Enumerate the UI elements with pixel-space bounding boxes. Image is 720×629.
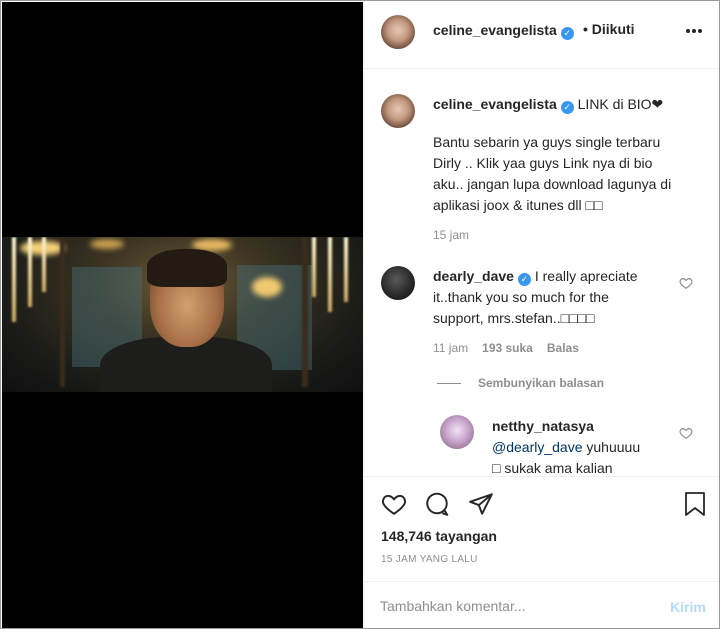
share-icon[interactable] <box>468 491 494 517</box>
verified-badge-icon: ✓ <box>517 273 531 286</box>
caption-avatar[interactable] <box>381 94 415 128</box>
video-player[interactable] <box>2 237 363 392</box>
reply-text-first: yuhuuuu <box>582 439 641 455</box>
post-modal: celine_evangelista ✓ • Diikuti celine_eva… <box>0 0 720 629</box>
reply-line: □ sukak ama kalian <box>492 460 613 476</box>
caption-username-text[interactable]: celine_evangelista <box>433 96 557 112</box>
commenter-avatar[interactable] <box>381 266 415 300</box>
caption-title: LINK di BIO❤ <box>577 96 664 112</box>
comment-likes[interactable]: 193 suka <box>482 341 533 355</box>
heart-icon[interactable] <box>381 491 407 517</box>
more-icon[interactable] <box>685 21 703 39</box>
comment-body: dearly_dave ✓ I really apreciate it..than… <box>433 266 683 329</box>
comment-meta: 11 jam 193 suka Balas <box>433 341 579 355</box>
caption-body: Bantu sebarin ya guys single terbaru Dir… <box>433 132 713 216</box>
view-count[interactable]: 148,746 tayangan <box>381 528 497 544</box>
verified-badge-icon: ✓ <box>560 27 574 40</box>
hide-replies-divider <box>437 383 461 384</box>
send-button[interactable]: Kirim <box>670 599 706 615</box>
reply-username[interactable]: netthy_natasya <box>492 416 682 437</box>
post-details-panel: celine_evangelista ✓ • Diikuti celine_eva… <box>363 2 719 628</box>
reply-body: netthy_natasya @dearly_dave yuhuuuu □ su… <box>492 416 682 476</box>
comment-like-heart-icon[interactable] <box>679 276 693 290</box>
comment-time[interactable]: 11 jam <box>433 341 468 355</box>
comment-line: support, mrs.stefan..□□□□ <box>433 310 595 326</box>
reply-avatar[interactable] <box>440 415 474 449</box>
reply-button[interactable]: Balas <box>547 341 579 355</box>
caption-time[interactable]: 15 jam <box>433 228 469 242</box>
caption-line: Dirly .. Klik yaa guys Link nya di bio <box>433 155 653 171</box>
commenter-username[interactable]: dearly_dave <box>433 268 514 284</box>
reply-like-heart-icon[interactable] <box>679 426 693 440</box>
caption-line: Bantu sebarin ya guys single terbaru <box>433 134 661 150</box>
post-header: celine_evangelista ✓ • Diikuti <box>364 2 719 69</box>
reply-mention-link[interactable]: @dearly_dave <box>492 439 583 455</box>
bookmark-icon[interactable] <box>683 491 707 517</box>
author-username[interactable]: celine_evangelista ✓ <box>433 22 574 40</box>
comments-list[interactable]: celine_evangelista ✓ LINK di BIO❤ Bantu s… <box>364 70 719 476</box>
comment-line: it..thank you so much for the <box>433 289 609 305</box>
comment-icon[interactable] <box>424 491 450 517</box>
author-avatar[interactable] <box>381 15 415 49</box>
caption-username[interactable]: celine_evangelista ✓ LINK di BIO❤ <box>433 96 663 114</box>
follow-status[interactable]: • Diikuti <box>583 21 635 37</box>
verified-badge-icon: ✓ <box>560 101 574 114</box>
caption-line: aku.. jangan lupa download lagunya di <box>433 176 672 192</box>
action-bar: 148,746 tayangan 15 JAM YANG LALU <box>364 476 719 574</box>
post-timestamp[interactable]: 15 JAM YANG LALU <box>381 554 478 565</box>
author-username-text[interactable]: celine_evangelista <box>433 22 557 38</box>
caption-line: aplikasi joox & itunes dll □□ <box>433 197 603 213</box>
media-panel[interactable] <box>2 2 363 628</box>
comment-input[interactable] <box>380 594 650 618</box>
comment-composer: Kirim <box>364 581 719 628</box>
hide-replies-button[interactable]: Sembunyikan balasan <box>478 376 604 390</box>
comment-text-first: I really apreciate <box>534 268 638 284</box>
